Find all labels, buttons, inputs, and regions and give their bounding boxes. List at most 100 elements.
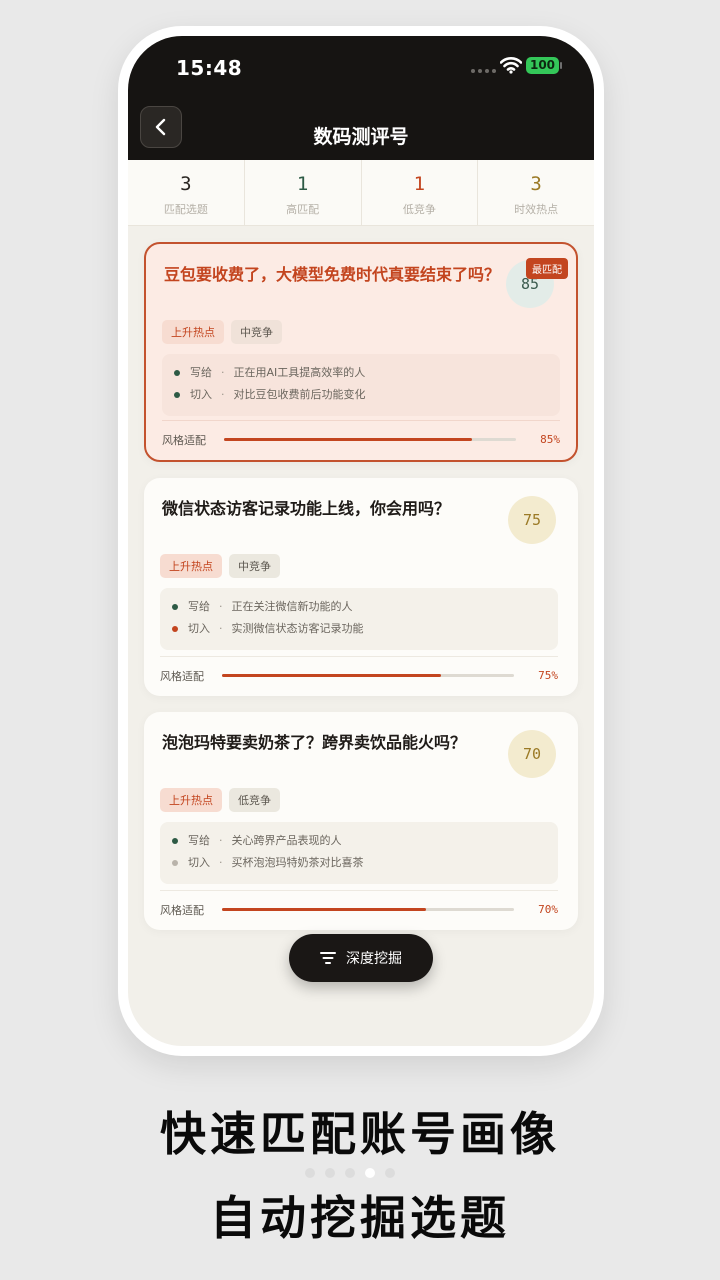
note-key: 切入: [188, 856, 210, 869]
style-fit-bar: [224, 438, 473, 441]
note-text: 关心跨界产品表现的人: [231, 834, 342, 847]
style-fit-track: [224, 438, 516, 441]
deep-dig-button[interactable]: 深度挖掘: [289, 934, 433, 982]
audience-note: 写给 · 正在用AI工具提高效率的人: [174, 362, 548, 384]
page-dot[interactable]: [305, 1168, 315, 1178]
note-text: 实测微信状态访客记录功能: [231, 622, 364, 635]
note-separator: ·: [221, 366, 225, 379]
page-dot[interactable]: [365, 1168, 375, 1178]
topic-title: 泡泡玛特要卖奶茶了？跨界卖饮品能火吗？: [162, 733, 467, 752]
note-separator: ·: [221, 388, 225, 401]
topic-card[interactable]: 泡泡玛特要卖奶茶了？跨界卖饮品能火吗？ 70 上升热点 低竞争 写给 · 关心跨…: [144, 712, 578, 930]
style-fit-percent: 85%: [540, 433, 560, 446]
note-separator: ·: [219, 600, 223, 613]
status-dot: [172, 604, 178, 610]
divider: [162, 420, 560, 421]
promo-headline-2: 自动挖掘选题: [210, 1191, 510, 1245]
topic-title: 微信状态访客记录功能上线，你会用吗？: [162, 499, 451, 518]
trend-tag: 上升热点: [160, 788, 222, 812]
stat-value: 3: [530, 173, 542, 195]
status-dot: [172, 838, 178, 844]
status-dot: [174, 392, 180, 398]
page-dot[interactable]: [345, 1168, 355, 1178]
topic-tags: 上升热点 低竞争: [160, 788, 280, 812]
style-fit-bar: [222, 674, 441, 677]
stat-label: 高匹配: [286, 203, 320, 216]
note-key: 写给: [188, 834, 210, 847]
note-separator: ·: [219, 856, 223, 869]
topic-title: 豆包要收费了，大模型免费时代真要结束了吗？: [164, 265, 501, 284]
signal-icon: [471, 69, 496, 73]
topic-tags: 上升热点 中竞争: [160, 554, 280, 578]
match-score: 75: [508, 496, 556, 544]
style-fit-row: 风格适配 85%: [162, 430, 560, 450]
stat-label: 低竞争: [402, 203, 436, 216]
page-dot[interactable]: [325, 1168, 335, 1178]
divider: [160, 890, 558, 891]
divider: [160, 656, 558, 657]
status-dot: [172, 626, 178, 632]
battery-cap: [560, 62, 562, 69]
stat-matched-topics[interactable]: 3 匹配选题: [128, 160, 245, 225]
style-fit-label: 风格适配: [162, 434, 206, 447]
style-fit-percent: 70%: [538, 903, 558, 916]
style-fit-bar: [222, 908, 427, 911]
topic-notes: 写给 · 关心跨界产品表现的人 切入 · 买杯泡泡玛特奶茶对比喜茶: [160, 822, 558, 884]
topic-card[interactable]: 豆包要收费了，大模型免费时代真要结束了吗？ 85 最匹配 上升热点 中竞争 写给…: [144, 242, 578, 462]
style-fit-label: 风格适配: [160, 670, 204, 683]
stat-high-match[interactable]: 1 高匹配: [245, 160, 362, 225]
topic-card[interactable]: 微信状态访客记录功能上线，你会用吗？ 75 上升热点 中竞争 写给 · 正在关注…: [144, 478, 578, 696]
style-fit-row: 风格适配 70%: [160, 900, 558, 920]
note-separator: ·: [219, 834, 223, 847]
stat-label: 匹配选题: [163, 203, 208, 216]
app-screen: 15:48 100 数码测评号 3 匹配选题 1 高匹配 1 低竞争 3 时效热…: [128, 36, 594, 1046]
angle-note: 切入 · 买杯泡泡玛特奶茶对比喜茶: [172, 852, 546, 874]
note-key: 切入: [188, 622, 210, 635]
stat-timely-hotspots[interactable]: 3 时效热点: [478, 160, 594, 225]
wifi-icon: [500, 57, 522, 74]
page-indicator: [305, 1168, 395, 1178]
angle-note: 切入 · 对比豆包收费前后功能变化: [174, 384, 548, 406]
note-text: 买杯泡泡玛特奶茶对比喜茶: [231, 856, 364, 869]
note-text: 对比豆包收费前后功能变化: [233, 388, 366, 401]
promo-headline-1: 快速匹配账号画像: [160, 1107, 560, 1161]
note-key: 写给: [190, 366, 212, 379]
competition-tag: 中竞争: [229, 554, 280, 578]
topic-notes: 写给 · 正在用AI工具提高效率的人 切入 · 对比豆包收费前后功能变化: [162, 354, 560, 416]
stat-value: 1: [413, 173, 426, 195]
page-title: 数码测评号: [313, 126, 409, 148]
style-fit-row: 风格适配 75%: [160, 666, 558, 686]
topic-tags: 上升热点 中竞争: [162, 320, 282, 344]
status-dot: [174, 370, 180, 376]
audience-note: 写给 · 关心跨界产品表现的人: [172, 830, 546, 852]
stat-value: 3: [180, 173, 192, 195]
match-score: 70: [508, 730, 556, 778]
deep-dig-label: 深度挖掘: [346, 951, 402, 967]
note-key: 切入: [190, 388, 212, 401]
battery-icon: 100: [526, 57, 559, 74]
trend-tag: 上升热点: [162, 320, 224, 344]
filter-icon: [320, 952, 336, 964]
stat-low-competition[interactable]: 1 低竞争: [362, 160, 479, 225]
note-text: 正在用AI工具提高效率的人: [233, 366, 366, 379]
status-time: 15:48: [176, 56, 243, 80]
status-dot: [172, 860, 178, 866]
note-separator: ·: [219, 622, 223, 635]
page-dot[interactable]: [385, 1168, 395, 1178]
stat-label: 时效热点: [514, 203, 559, 216]
style-fit-percent: 75%: [538, 669, 558, 682]
style-fit-label: 风格适配: [160, 904, 204, 917]
angle-note: 切入 · 实测微信状态访客记录功能: [172, 618, 546, 640]
stat-value: 1: [296, 173, 309, 195]
note-text: 正在关注微信新功能的人: [231, 600, 353, 613]
app-header: 15:48 100 数码测评号: [128, 36, 594, 160]
audience-note: 写给 · 正在关注微信新功能的人: [172, 596, 546, 618]
phone-frame: 15:48 100 数码测评号 3 匹配选题 1 高匹配 1 低竞争 3 时效热…: [118, 26, 604, 1056]
style-fit-track: [222, 908, 514, 911]
style-fit-track: [222, 674, 514, 677]
competition-tag: 中竞争: [231, 320, 282, 344]
trend-tag: 上升热点: [160, 554, 222, 578]
topic-notes: 写给 · 正在关注微信新功能的人 切入 · 实测微信状态访客记录功能: [160, 588, 558, 650]
note-key: 写给: [188, 600, 210, 613]
best-match-badge: 最匹配: [526, 258, 568, 279]
